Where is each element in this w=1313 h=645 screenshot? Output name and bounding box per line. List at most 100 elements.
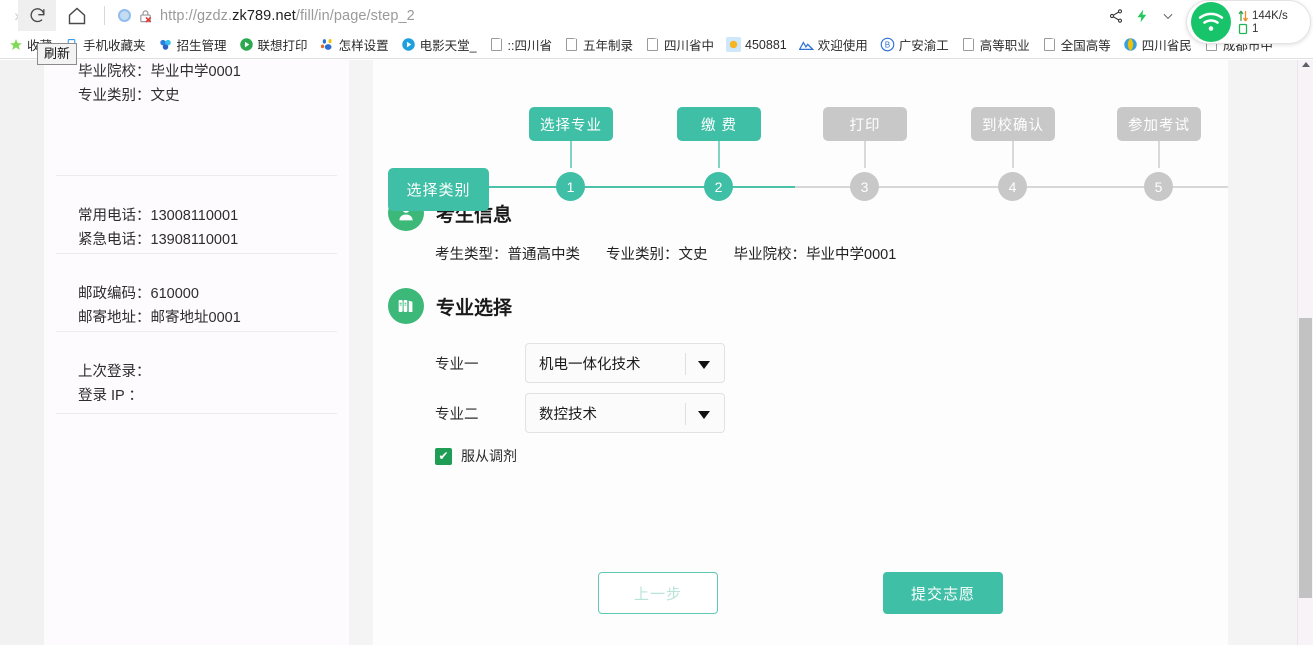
info-line: 上次登录： — [78, 364, 151, 380]
page-icon — [564, 37, 579, 52]
scroll-up-arrow-icon[interactable] — [1302, 62, 1310, 67]
network-device-count: 1 — [1252, 22, 1259, 35]
major-section-title: 专业选择 — [436, 297, 513, 319]
step-dot-5[interactable]: 5 — [1144, 172, 1173, 201]
info-card: 毕业院校：毕业中学0001 专业类别：文史 — [56, 60, 337, 176]
bookmark-item[interactable]: 怎样设置 — [314, 33, 395, 57]
page-left-gutter — [0, 60, 44, 645]
info-line: 常用电话：13008110001 — [78, 208, 239, 224]
network-speed-line: 144K/s — [1238, 10, 1288, 22]
more-button[interactable] — [1155, 0, 1181, 31]
wifi-icon — [1191, 2, 1231, 42]
bookmark-label: 五年制录 — [582, 39, 633, 53]
bookmark-item[interactable]: 四川省民 — [1117, 33, 1198, 57]
step-chip-4[interactable]: 到校确认 — [971, 107, 1055, 141]
bookmark-item[interactable]: 全国高等 — [1036, 33, 1117, 57]
step-chip-2[interactable]: 缴 费 — [677, 107, 761, 141]
bookmark-label: 电影天堂_ — [419, 39, 477, 53]
home-button[interactable] — [58, 0, 96, 31]
major-row: 专业二 数控技术 — [435, 388, 1228, 438]
step-dot-4[interactable]: 4 — [998, 172, 1027, 201]
candidate-section-header: 考生信息 — [388, 195, 1228, 231]
info-card: 上次登录： 登录 IP ： — [56, 334, 337, 414]
network-speed: 144K/s — [1252, 9, 1288, 22]
obey-adjustment-label: 服从调剂 — [461, 448, 517, 464]
bookmark-item[interactable]: 欢迎使用 — [793, 33, 874, 57]
page-icon — [961, 37, 976, 52]
candidate-fields: 考生类型：普通高中类 专业类别：文史 毕业院校：毕业中学0001 — [435, 243, 1228, 264]
network-stats: 144K/s 1 — [1238, 10, 1288, 35]
major-select-2[interactable]: 数控技术 — [525, 393, 725, 433]
chevron-down-icon[interactable] — [698, 361, 710, 369]
info-card: 邮政编码：610000 邮寄地址：邮寄地址0001 — [56, 256, 337, 332]
bookmark-item[interactable]: 电影天堂_ — [395, 33, 483, 57]
address-bar[interactable]: http://gzdz.zk789.net/fill/in/page/step_… — [118, 0, 415, 31]
step-dot-3[interactable]: 3 — [850, 172, 879, 201]
insecure-lock-icon — [140, 9, 152, 23]
reload-button[interactable] — [18, 0, 56, 31]
info-card: 常用电话：13008110001 紧急电话：13908110001 — [56, 178, 337, 254]
main-content-panel: 选择类别 选择专业 1 缴 费 2 打印 3 到校确认 4 参加考试 5 考生信息 考生类型：普通高… — [373, 60, 1228, 645]
major-selection-form: 专业一 机电一体化技术 专业二 数控技术 ✔ 服从调剂 — [435, 338, 1228, 466]
bookmark-label: ::四川省 — [507, 39, 552, 53]
step-dot-1[interactable]: 1 — [556, 172, 585, 201]
b-circle-icon: B — [880, 37, 895, 52]
bookmark-label: 四川省中 — [664, 39, 715, 53]
bookmark-item[interactable]: 五年制录 — [558, 33, 639, 57]
major-section-header: 专业选择 — [388, 288, 1228, 324]
refresh-tooltip: 刷新 — [37, 43, 78, 65]
bookmark-item[interactable]: 四川省中 — [639, 33, 720, 57]
stepper-connector — [865, 186, 1013, 188]
toolbar-divider — [104, 6, 105, 25]
bookmarks-bar: 收藏手机收藏夹招生管理联想打印怎样设置电影天堂_::四川省五年制录四川省中450… — [0, 31, 1313, 59]
bookmark-item[interactable]: 450881 — [720, 33, 793, 57]
svg-text:B: B — [885, 41, 890, 50]
submit-application-button[interactable]: 提交志愿 — [883, 572, 1003, 614]
blue-circle-icon — [401, 37, 416, 52]
step-chip-1[interactable]: 选择专业 — [529, 107, 613, 141]
form-actions: 上一步 提交志愿 — [373, 572, 1228, 614]
mountain-icon — [798, 37, 814, 52]
step-dot-2[interactable]: 2 — [704, 172, 733, 201]
step-chip-3[interactable]: 打印 — [823, 107, 907, 141]
previous-step-button[interactable]: 上一步 — [598, 572, 718, 614]
info-line: 毕业院校：毕业中学0001 — [78, 64, 241, 80]
bookmark-item[interactable]: B 广安渝工 — [874, 33, 955, 57]
major-row: 专业一 机电一体化技术 — [435, 338, 1228, 388]
bookmark-label: 联想打印 — [257, 39, 308, 53]
chevron-down-icon — [1163, 13, 1173, 19]
consent-row: ✔ 服从调剂 — [435, 446, 1228, 466]
page-scrollbar-track[interactable] — [1297, 60, 1313, 645]
share-icon — [1109, 8, 1123, 23]
page-icon — [645, 37, 660, 52]
star-favorites-icon — [8, 37, 23, 52]
network-device-line: 1 — [1238, 23, 1288, 35]
bookmark-item[interactable]: 招生管理 — [152, 33, 233, 57]
step-chip-5[interactable]: 参加考试 — [1117, 107, 1201, 141]
info-line: 邮政编码：610000 — [78, 286, 199, 302]
page-scrollbar-thumb[interactable] — [1299, 318, 1312, 598]
lightning-icon — [1137, 9, 1146, 22]
chevron-down-icon[interactable] — [698, 411, 710, 419]
obey-adjustment-checkbox[interactable]: ✔ — [435, 447, 452, 465]
bookmark-label: 广安渝工 — [898, 39, 949, 53]
major-select-value: 机电一体化技术 — [539, 356, 641, 373]
step-category-chip[interactable]: 选择类别 — [388, 168, 489, 211]
select-divider — [685, 403, 686, 425]
stepper-connector — [571, 186, 719, 188]
lightning-button[interactable] — [1129, 0, 1155, 31]
bookmark-item[interactable]: ::四川省 — [483, 33, 558, 57]
student-info-panel: 毕业院校：毕业中学0001 专业类别：文史 常用电话：13008110001 紧急电话… — [44, 60, 349, 645]
books-icon — [388, 288, 424, 324]
share-button[interactable] — [1103, 0, 1129, 31]
browser-chrome: › http://gzdz.zk789.net/fill/in/page/ste… — [0, 0, 1313, 44]
bookmark-label: 450881 — [745, 37, 787, 52]
network-status-pill[interactable]: 144K/s 1 — [1186, 0, 1311, 44]
stepper-stem — [1158, 141, 1160, 168]
bookmark-item[interactable]: 联想打印 — [233, 33, 314, 57]
bookmark-item[interactable]: 高等职业 — [955, 33, 1036, 57]
bookmark-label: 欢迎使用 — [817, 39, 868, 53]
stepper-stem — [864, 141, 866, 168]
bookmark-label: 招生管理 — [176, 39, 227, 53]
major-select-1[interactable]: 机电一体化技术 — [525, 343, 725, 383]
